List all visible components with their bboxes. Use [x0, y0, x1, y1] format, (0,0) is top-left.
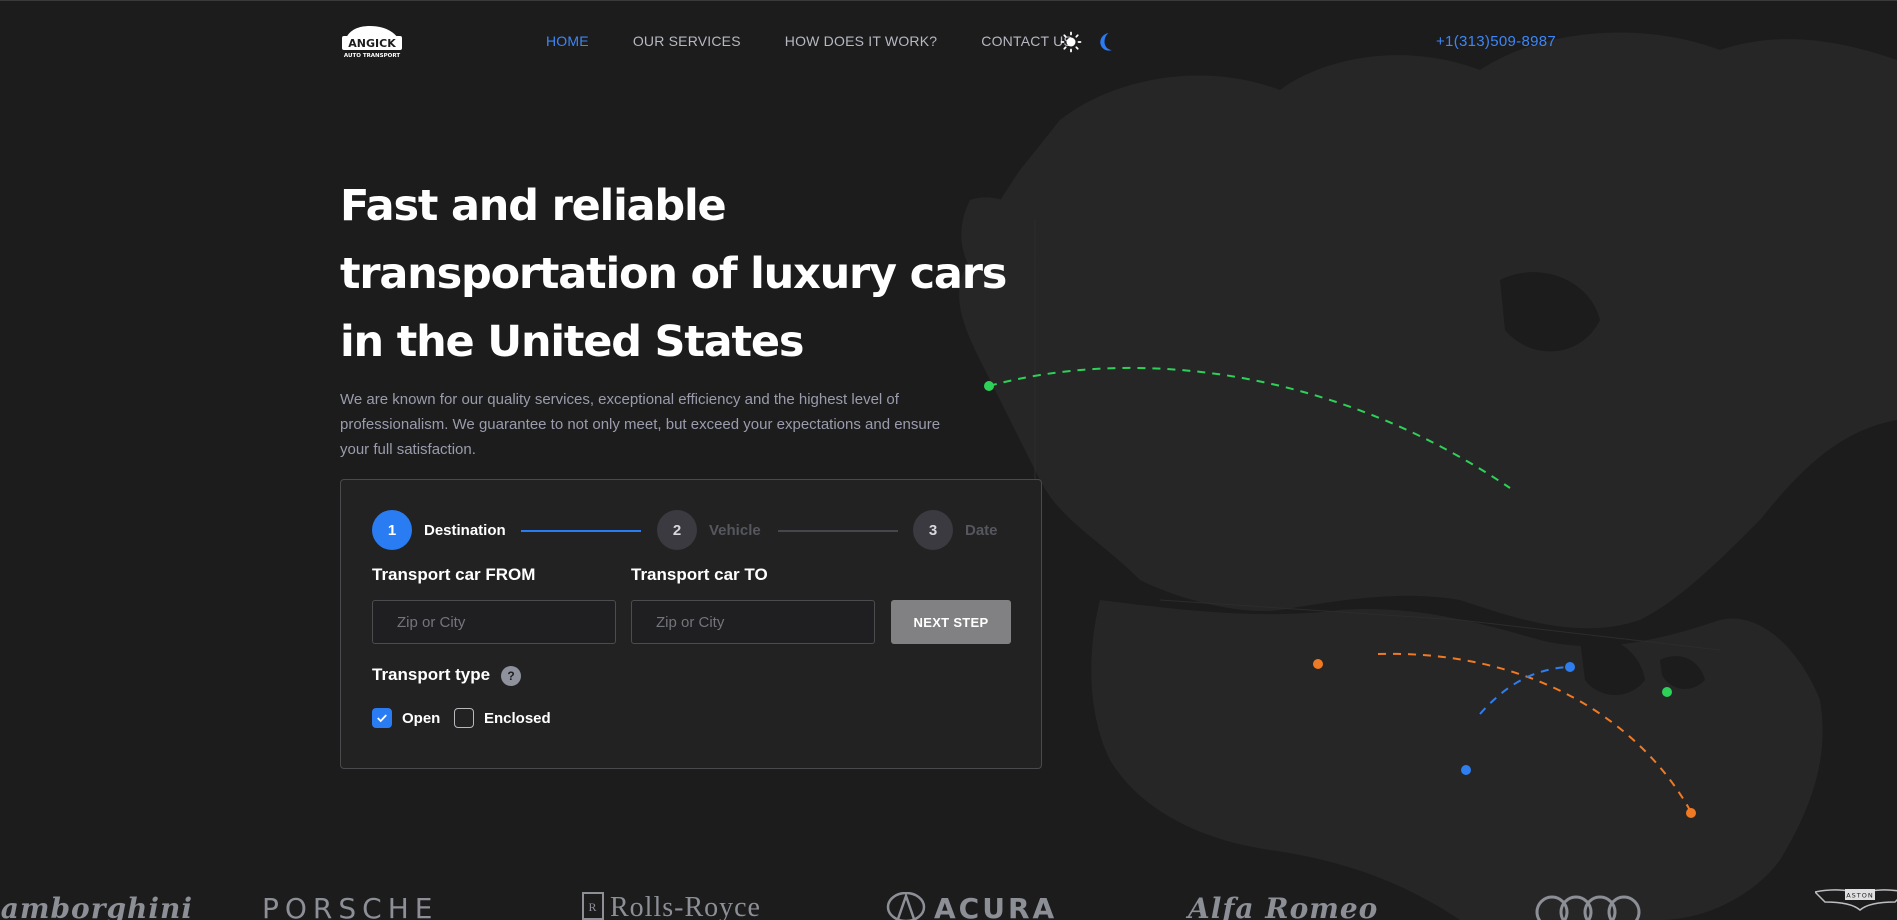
theme-toggle [1060, 31, 1118, 53]
step-label: Vehicle [709, 521, 761, 539]
step-date[interactable]: 3 Date [913, 510, 998, 550]
brand-porsche-logo: PORSCHE [262, 892, 439, 920]
step-number: 2 [657, 510, 697, 550]
svg-text:R: R [588, 900, 597, 914]
brand-logo-strip: Lamborghini PORSCHE R Rolls-Royce ACURA A… [0, 880, 1897, 920]
svg-text:ASTON: ASTON [1846, 892, 1874, 900]
nav-home[interactable]: HOME [546, 33, 589, 49]
from-input[interactable] [372, 600, 616, 644]
moon-icon[interactable] [1096, 31, 1118, 53]
hero-title: Fast and reliable transportation of luxu… [340, 181, 1007, 367]
brand-aston-martin-logo: ASTON [1813, 882, 1897, 920]
option-enclosed-label: Enclosed [484, 709, 551, 727]
brand-audi-logo [1534, 892, 1642, 920]
option-open[interactable]: Open [372, 708, 440, 728]
svg-text:ANGICK: ANGICK [348, 37, 396, 50]
hero-description: We are known for our quality services, e… [340, 391, 941, 458]
nav-how-does-it-work[interactable]: HOW DOES IT WORK? [785, 33, 938, 49]
nav-our-services[interactable]: OUR SERVICES [633, 33, 741, 49]
svg-text:AUTO TRANSPORT: AUTO TRANSPORT [344, 53, 400, 59]
step-connector [778, 530, 898, 532]
step-connector-active [521, 530, 641, 532]
step-destination[interactable]: 1 Destination [372, 510, 506, 550]
brand-acura-logo: ACURA [886, 891, 1057, 920]
booking-form-card: 1 Destination 2 Vehicle 3 Date Transport… [340, 479, 1042, 769]
from-label: Transport car FROM [372, 565, 536, 584]
background-map [940, 0, 1897, 920]
step-vehicle[interactable]: 2 Vehicle [657, 510, 761, 550]
transport-type-label: Transport type [372, 665, 491, 684]
option-enclosed[interactable]: Enclosed [454, 708, 551, 728]
to-input[interactable] [631, 600, 875, 644]
step-label: Destination [424, 521, 506, 539]
to-label: Transport car TO [631, 565, 768, 584]
phone-link[interactable]: +1(313)509-8987 [1436, 33, 1556, 50]
main-nav: HOME OUR SERVICES HOW DOES IT WORK? CONT… [546, 33, 1073, 49]
site-header: ANGICK AUTO TRANSPORT HOME OUR SERVICES … [0, 0, 1897, 84]
checkbox-empty-icon[interactable] [454, 708, 474, 728]
brand-alfa-romeo-logo: Alfa Romeo [1188, 892, 1379, 920]
step-label: Date [965, 521, 998, 539]
step-number: 1 [372, 510, 412, 550]
option-open-label: Open [402, 709, 441, 727]
logo[interactable]: ANGICK AUTO TRANSPORT [340, 22, 404, 60]
brand-lamborghini-logo: Lamborghini [0, 892, 194, 920]
brand-rolls-royce-logo: R Rolls-Royce [582, 892, 761, 920]
sun-icon[interactable] [1060, 31, 1082, 53]
checkbox-checked-icon[interactable] [372, 708, 392, 728]
step-indicator: 1 Destination 2 Vehicle 3 Date [372, 510, 1012, 550]
step-number: 3 [913, 510, 953, 550]
help-icon[interactable]: ? [501, 666, 521, 686]
next-step-button[interactable]: NEXT STEP [891, 600, 1011, 644]
